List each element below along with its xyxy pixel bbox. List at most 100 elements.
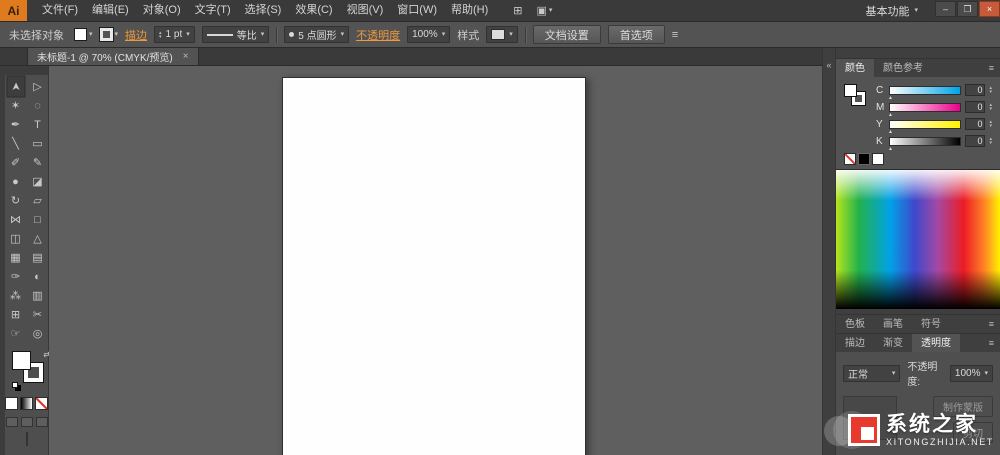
rectangle-tool[interactable]: ▭ (27, 134, 49, 153)
menu-item-file[interactable]: 文件(F) (35, 0, 85, 21)
tab-stroke[interactable]: 描边 (836, 334, 874, 352)
selection-tool[interactable]: ➤ (6, 76, 25, 98)
slice-tool[interactable]: ✂ (27, 305, 49, 324)
tab-color-guide[interactable]: 颜色参考 (874, 59, 932, 77)
hand-tool[interactable]: ☞ (5, 324, 27, 343)
grid-icon[interactable]: ⊞ (513, 4, 522, 17)
restore-button[interactable]: ❐ (957, 1, 978, 17)
width-tool[interactable]: ⋈ (5, 210, 27, 229)
color-button[interactable] (5, 397, 18, 410)
toolbar-grip[interactable] (5, 66, 48, 75)
panel-menu-icon[interactable]: ≡ (983, 59, 1000, 77)
menu-item-window[interactable]: 窗口(W) (390, 0, 444, 21)
black-swatch[interactable] (858, 153, 870, 165)
spinner-down-icon[interactable]: ▾ (989, 90, 992, 94)
panel-opacity-select[interactable]: 100% ▾ (950, 365, 993, 382)
pencil-tool[interactable]: ✎ (27, 153, 49, 172)
document-setup-button[interactable]: 文档设置 (533, 25, 601, 44)
slider-marker-icon[interactable]: ▲ (888, 95, 893, 101)
opacity-panel-link[interactable]: 不透明度 (356, 27, 400, 43)
pen-tool[interactable]: ✒ (5, 115, 27, 134)
menu-item-object[interactable]: 对象(O) (136, 0, 188, 21)
draw-inside-button[interactable] (36, 417, 48, 427)
free-transform-tool[interactable]: □ (27, 210, 49, 229)
perspective-grid-tool[interactable]: △ (27, 229, 49, 248)
tab-brushes[interactable]: 画笔 (874, 315, 912, 333)
paintbrush-tool[interactable]: ✐ (5, 153, 27, 172)
menu-item-edit[interactable]: 编辑(E) (85, 0, 136, 21)
symbol-sprayer-tool[interactable]: ⁂ (5, 286, 27, 305)
menu-item-effect[interactable]: 效果(C) (288, 0, 339, 21)
gradient-tool[interactable]: ▤ (27, 248, 49, 267)
arrange-documents-icon[interactable]: ▣ ▾ (537, 4, 553, 17)
channel-slider[interactable]: ▲ (889, 86, 961, 95)
expand-dock-icon[interactable]: « (826, 60, 831, 70)
channel-spinner[interactable]: ▴ ▾ (989, 137, 992, 145)
panel-menu-icon[interactable]: ≡ (983, 334, 1000, 352)
stepper-icon[interactable]: ▴ ▾ (159, 31, 162, 39)
fill-color-indicator[interactable] (12, 351, 31, 370)
eraser-tool[interactable]: ◪ (27, 172, 49, 191)
tab-swatches[interactable]: 色板 (836, 315, 874, 333)
draw-behind-button[interactable] (21, 417, 33, 427)
color-spectrum[interactable] (836, 169, 1000, 309)
channel-value-field[interactable]: 0 (965, 118, 985, 130)
gradient-button[interactable] (20, 397, 33, 410)
slider-marker-icon[interactable]: ▲ (888, 129, 893, 135)
stroke-weight-combo[interactable]: ▴ ▾ 1 pt ▾ (154, 26, 195, 43)
channel-value-field[interactable]: 0 (965, 101, 985, 113)
stroke-panel-link[interactable]: 描边 (125, 27, 147, 43)
channel-slider[interactable]: ▲ (889, 103, 961, 112)
brush-definition-combo[interactable]: 5 点圆形 ▾ (284, 26, 349, 43)
spinner-down-icon[interactable]: ▾ (159, 35, 162, 39)
channel-spinner[interactable]: ▴ ▾ (989, 86, 992, 94)
document-tab[interactable]: 未标题-1 @ 70% (CMYK/预览) × (27, 47, 199, 65)
default-colors-icon[interactable] (12, 382, 18, 388)
direct-selection-tool[interactable]: ▷ (27, 77, 49, 96)
tab-transparency[interactable]: 透明度 (912, 334, 960, 352)
close-tab-icon[interactable]: × (183, 51, 189, 62)
channel-value-field[interactable]: 0 (965, 84, 985, 96)
stroke-color-picker[interactable]: ▾ (100, 28, 119, 41)
eyedropper-tool[interactable]: ✑ (5, 267, 27, 286)
blob-brush-tool[interactable]: ● (5, 172, 27, 191)
panel-menu-icon[interactable]: ≡ (983, 315, 1000, 333)
panel-fill-indicator[interactable] (844, 84, 857, 97)
slider-marker-icon[interactable]: ▲ (888, 146, 893, 152)
preferences-button[interactable]: 首选项 (608, 25, 665, 44)
panel-fill-stroke-indicator[interactable] (844, 84, 868, 110)
menu-item-type[interactable]: 文字(T) (188, 0, 238, 21)
canvas[interactable] (49, 66, 822, 455)
scale-tool[interactable]: ▱ (27, 191, 49, 210)
spinner-down-icon[interactable]: ▾ (989, 124, 992, 128)
menu-item-view[interactable]: 视图(V) (340, 0, 391, 21)
channel-value-field[interactable]: 0 (965, 135, 985, 147)
channel-spinner[interactable]: ▴ ▾ (989, 120, 992, 128)
lasso-tool[interactable]: ◌ (27, 96, 49, 115)
screen-mode-button[interactable] (26, 432, 28, 446)
slider-marker-icon[interactable]: ▲ (888, 112, 893, 118)
channel-slider[interactable]: ▲ (889, 120, 961, 129)
none-button[interactable] (35, 397, 48, 410)
rotate-tool[interactable]: ↻ (5, 191, 27, 210)
zoom-tool[interactable]: ◎ (27, 324, 49, 343)
spinner-down-icon[interactable]: ▾ (989, 107, 992, 111)
line-segment-tool[interactable]: ╲ (5, 134, 27, 153)
stroke-profile-combo[interactable]: 等比 ▾ (202, 26, 270, 43)
shape-builder-tool[interactable]: ◫ (5, 229, 27, 248)
control-panel-menu-icon[interactable]: ≡ (672, 29, 678, 41)
fill-color-picker[interactable]: ▾ (74, 28, 93, 41)
close-button[interactable]: × (979, 1, 1000, 17)
channel-spinner[interactable]: ▴ ▾ (989, 103, 992, 111)
opacity-combo[interactable]: 100% ▾ (407, 26, 450, 43)
blend-tool[interactable]: ◐ (27, 267, 49, 286)
workspace-switcher[interactable]: 基本功能 ▾ (865, 0, 918, 21)
blend-mode-select[interactable]: 正常 ▾ (843, 365, 900, 382)
white-swatch[interactable] (872, 153, 884, 165)
tab-symbols[interactable]: 符号 (912, 315, 950, 333)
style-combo[interactable]: ▾ (486, 26, 518, 43)
none-swatch[interactable] (844, 153, 856, 165)
magic-wand-tool[interactable]: ✶ (5, 96, 27, 115)
menu-item-help[interactable]: 帮助(H) (444, 0, 495, 21)
tab-color[interactable]: 颜色 (836, 59, 874, 77)
